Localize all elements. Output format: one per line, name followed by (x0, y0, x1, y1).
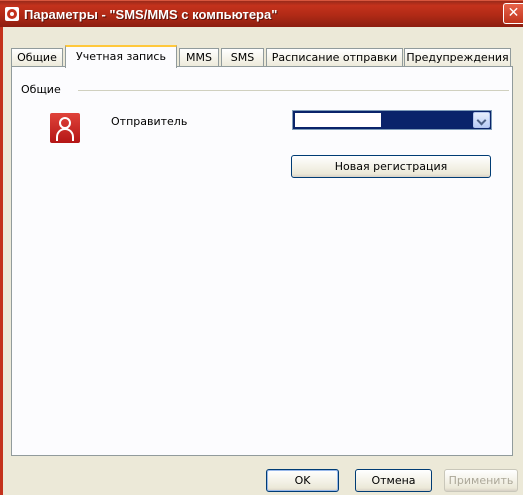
cancel-button[interactable]: Отмена (355, 469, 432, 492)
app-icon (5, 7, 19, 21)
tab-general[interactable]: Общие (11, 48, 63, 67)
ok-button[interactable]: OK (266, 469, 339, 492)
tab-warnings[interactable]: Предупреждения (404, 48, 511, 67)
apply-button[interactable]: Применить (444, 469, 518, 492)
sender-label: Отправитель (111, 115, 188, 128)
group-label-general: Общие (21, 83, 61, 96)
window-title: Параметры - "SMS/MMS с компьютера" (24, 7, 278, 22)
tab-mms[interactable]: MMS (179, 48, 219, 67)
sender-dropdown[interactable] (292, 110, 492, 130)
close-button[interactable]: ✕ (503, 3, 523, 24)
title-bar[interactable]: Параметры - "SMS/MMS с компьютера" ✕ (0, 0, 523, 27)
chevron-down-icon[interactable] (473, 112, 490, 128)
close-icon: ✕ (507, 5, 520, 21)
tab-account[interactable]: Учетная запись (65, 45, 177, 68)
tab-schedule[interactable]: Расписание отправки (266, 48, 403, 67)
group-divider (78, 90, 509, 91)
tab-sms[interactable]: SMS (221, 48, 264, 67)
sender-value (295, 113, 381, 127)
user-icon (50, 113, 80, 143)
new-registration-button[interactable]: Новая регистрация (291, 155, 491, 178)
